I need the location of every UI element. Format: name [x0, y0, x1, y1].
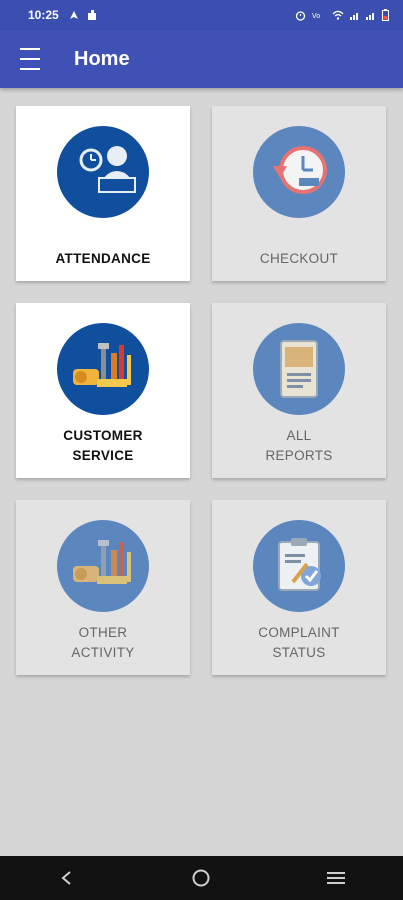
tile-label: COMPLAINT STATUS — [258, 623, 339, 663]
back-button[interactable] — [37, 856, 97, 900]
tile-label-line2: STATUS — [272, 645, 326, 660]
svg-text:Vo: Vo — [312, 13, 320, 20]
tile-attendance[interactable]: ATTENDANCE — [16, 106, 190, 281]
tile-label-line1: ALL — [286, 428, 312, 443]
tile-label-line1: OTHER — [78, 625, 128, 640]
tile-label-line2: REPORTS — [265, 448, 333, 463]
attendance-person-clock-icon — [57, 126, 149, 218]
navigation-icon — [69, 10, 78, 19]
tile-label-line1: ATTENDANCE — [55, 251, 151, 266]
tile-label-line1: CUSTOMER — [63, 428, 143, 443]
tile-checkout[interactable]: CHECKOUT — [212, 106, 386, 281]
alarm-icon — [295, 10, 306, 21]
status-time: 10:25 — [28, 8, 59, 22]
tile-complaint-status[interactable]: COMPLAINT STATUS — [212, 500, 386, 675]
status-right-icons: Vo — [295, 9, 389, 21]
home-tile-grid: ATTENDANCE CHECKOUT CUSTOMER SERVICE ALL… — [16, 106, 386, 675]
tile-label: OTHER ACTIVITY — [71, 623, 134, 663]
status-bar: 10:25 Vo — [0, 0, 403, 30]
signal-icon — [350, 13, 358, 20]
tile-label: CUSTOMER SERVICE — [63, 426, 142, 466]
tile-other-activity[interactable]: OTHER ACTIVITY — [16, 500, 190, 675]
tile-label: ALL REPORTS — [265, 426, 332, 466]
home-button[interactable] — [171, 856, 231, 900]
tile-label-line2: ACTIVITY — [71, 645, 135, 660]
clipboard-check-icon — [253, 520, 345, 612]
tools-activity-icon — [57, 520, 149, 612]
notification-puzzle-icon — [87, 9, 96, 20]
reports-document-icon — [253, 323, 345, 415]
back-icon — [61, 871, 71, 885]
battery-icon — [382, 9, 389, 21]
tile-label: ATTENDANCE — [56, 249, 151, 269]
recents-button[interactable] — [306, 856, 366, 900]
volte-icon: Vo — [312, 13, 320, 20]
menu-button[interactable] — [0, 30, 60, 88]
tile-label: CHECKOUT — [260, 249, 338, 269]
checkout-clock-icon — [253, 126, 345, 218]
system-nav-bar — [0, 856, 403, 900]
tile-all-reports[interactable]: ALL REPORTS — [212, 303, 386, 478]
wifi-icon — [332, 10, 344, 20]
home-icon — [192, 869, 210, 887]
page-title: Home — [74, 47, 130, 70]
app-bar: Home — [0, 30, 403, 88]
status-left-icons — [69, 9, 98, 21]
hamburger-menu-icon — [20, 44, 40, 74]
tile-label-line1: CHECKOUT — [259, 251, 339, 266]
tile-label-line1: COMPLAINT — [258, 625, 340, 640]
tools-service-icon — [57, 323, 149, 415]
tile-customer-service[interactable]: CUSTOMER SERVICE — [16, 303, 190, 478]
tile-label-line2: SERVICE — [72, 448, 134, 463]
signal-icon — [366, 13, 374, 20]
recents-icon — [326, 872, 345, 884]
